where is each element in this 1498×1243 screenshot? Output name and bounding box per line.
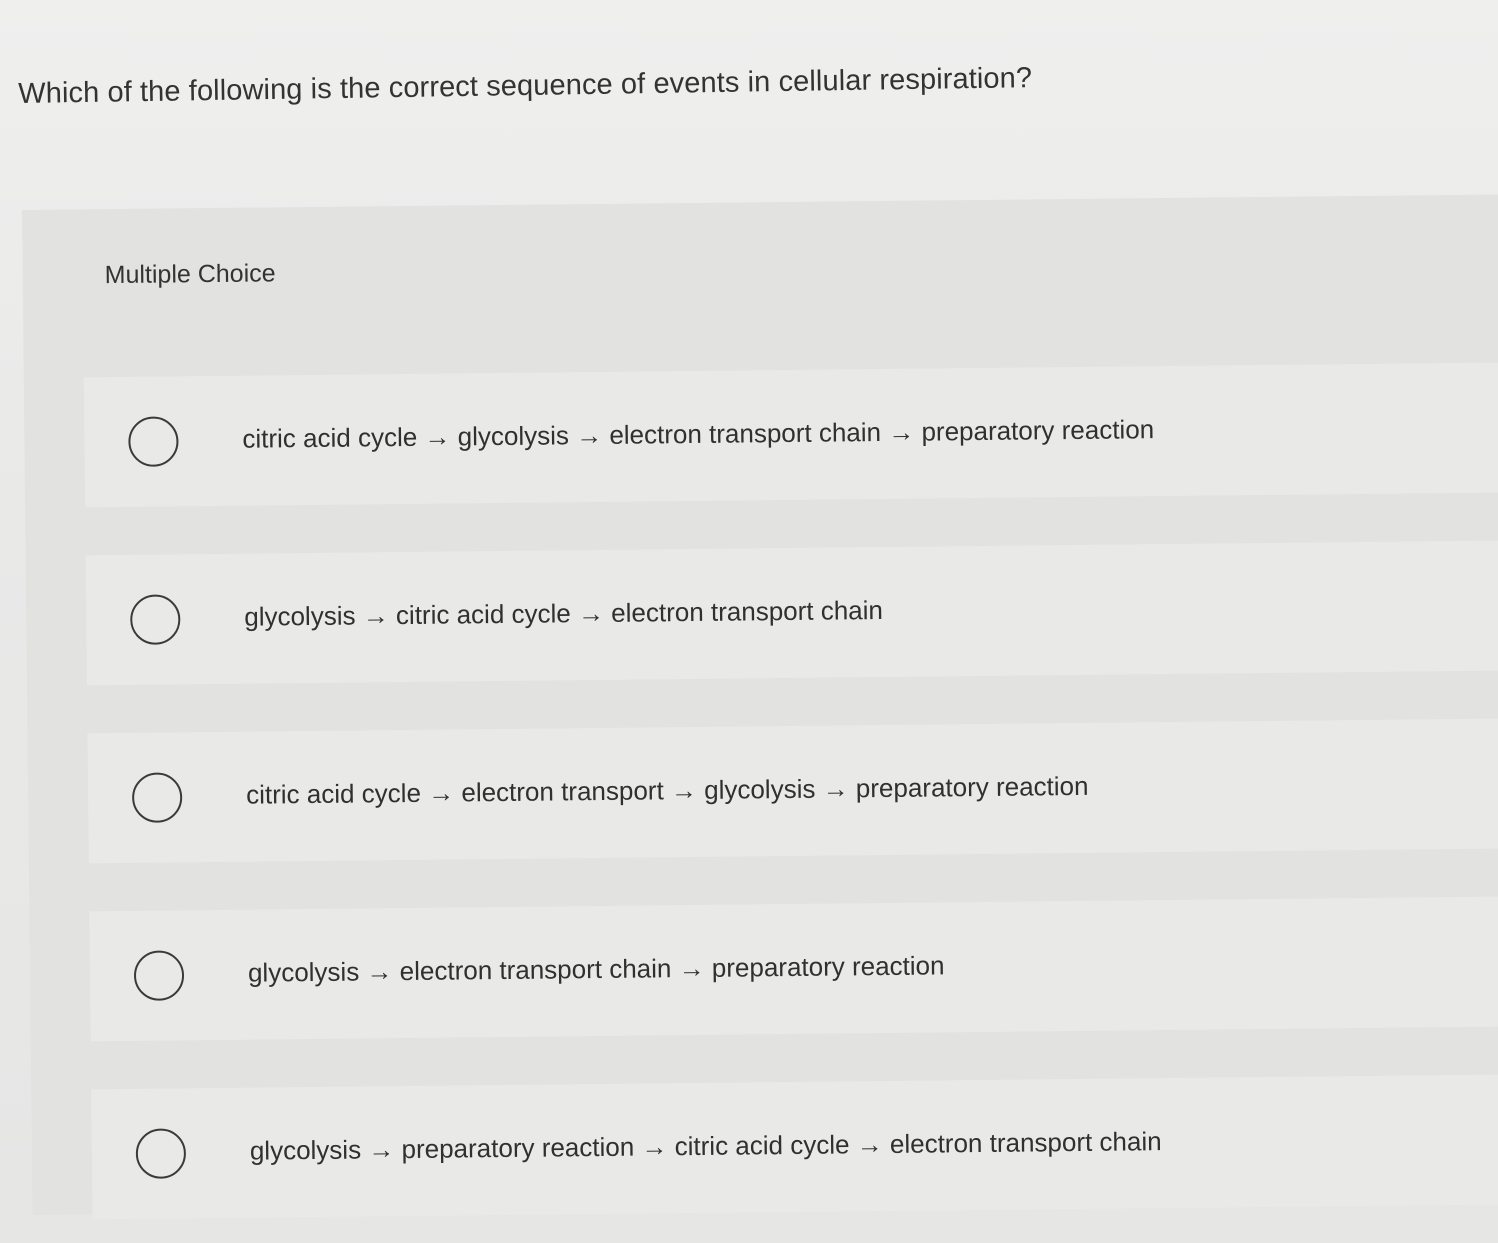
radio-button-1[interactable]	[128, 416, 179, 467]
answer-option-label-1: citric acid cycle → glycolysis → electro…	[242, 414, 1155, 454]
answer-option-label-4: glycolysis → electron transport chain → …	[247, 950, 945, 988]
radio-button-2[interactable]	[130, 594, 181, 645]
answer-option-4[interactable]: glycolysis → electron transport chain → …	[89, 896, 1498, 1042]
answer-option-5[interactable]: glycolysis → preparatory reaction → citr…	[91, 1074, 1498, 1220]
answer-option-2[interactable]: glycolysis → citric acid cycle → electro…	[85, 540, 1498, 686]
quiz-page: Which of the following is the correct se…	[0, 0, 1498, 1243]
answer-option-label-2: glycolysis → citric acid cycle → electro…	[244, 595, 884, 632]
radio-button-3[interactable]	[131, 772, 183, 823]
answer-option-1[interactable]: citric acid cycle → glycolysis → electro…	[83, 362, 1498, 508]
radio-button-4[interactable]	[133, 950, 185, 1001]
radio-button-5[interactable]	[135, 1128, 187, 1179]
multiple-choice-panel: Multiple Choice citric acid cycle → glyc…	[22, 194, 1498, 1220]
answer-option-3[interactable]: citric acid cycle → electron transport →…	[87, 718, 1498, 864]
panel-title: Multiple Choice	[104, 259, 276, 290]
answer-option-label-3: citric acid cycle → electron transport →…	[245, 770, 1089, 810]
question-text: Which of the following is the correct se…	[18, 62, 1033, 110]
answer-option-label-5: glycolysis → preparatory reaction → citr…	[249, 1126, 1162, 1166]
